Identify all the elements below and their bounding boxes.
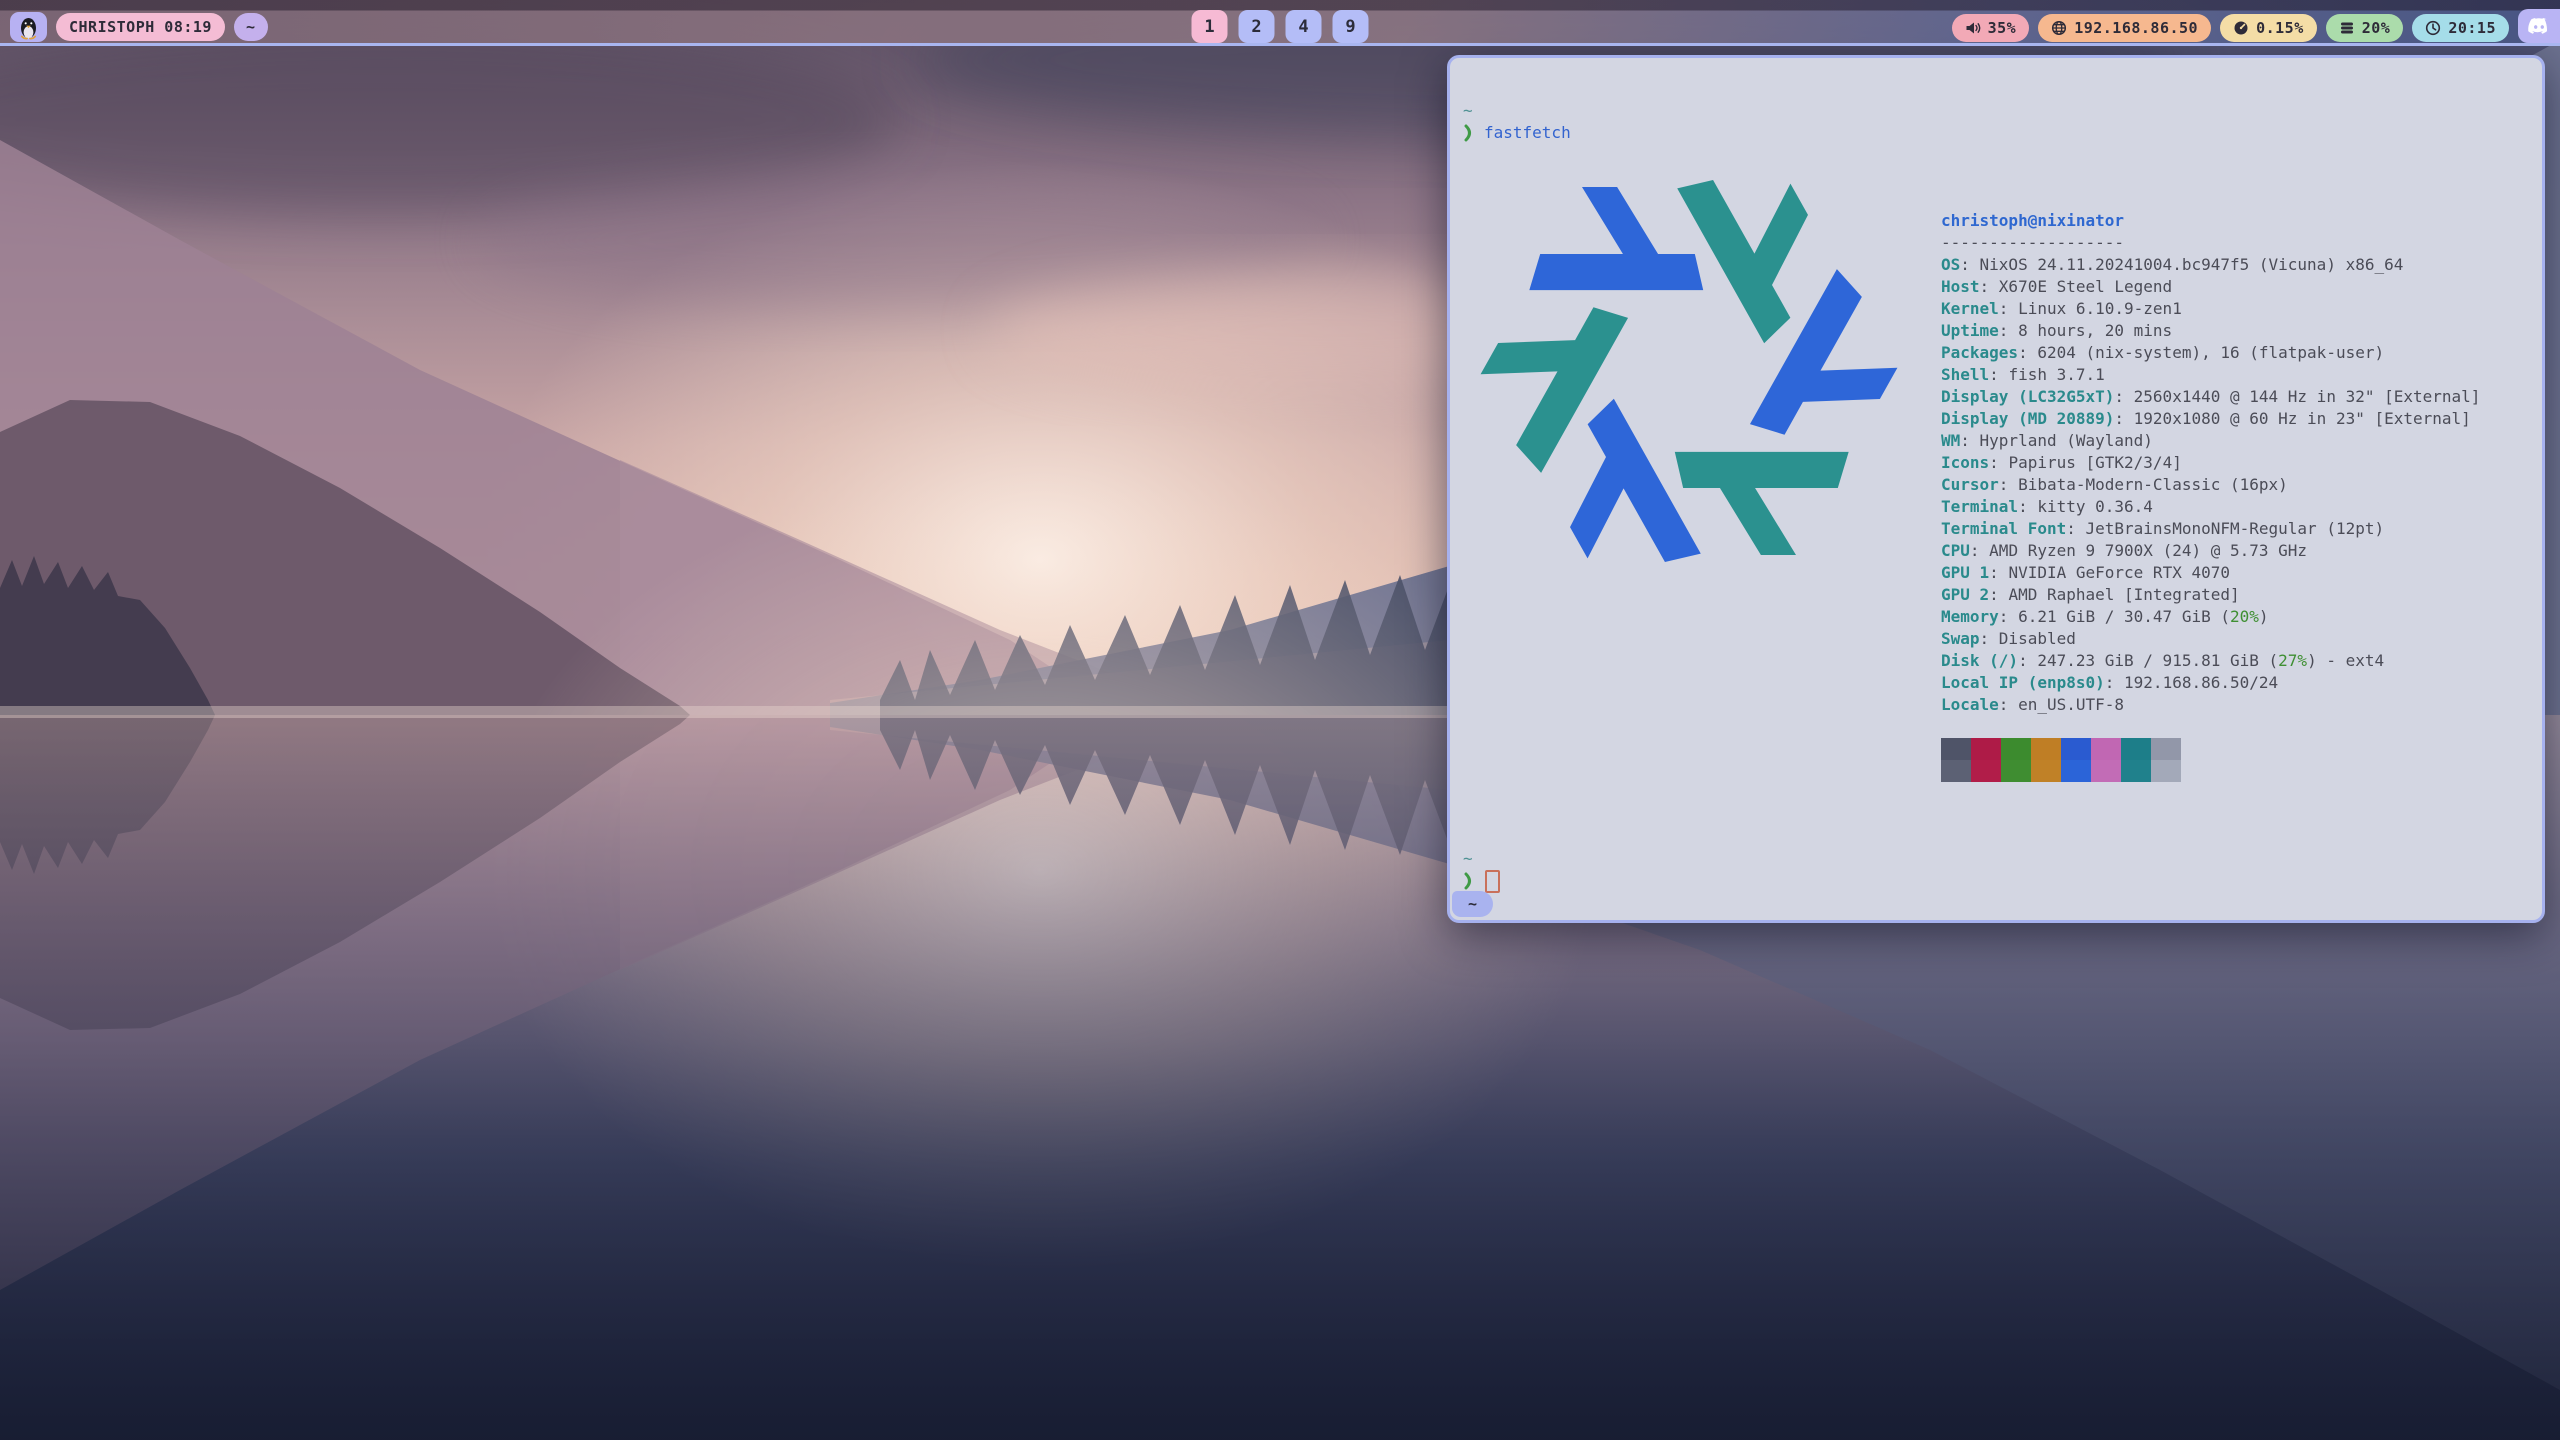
palette-swatch	[2121, 738, 2151, 760]
fastfetch-line: WM: Hyprland (Wayland)	[1941, 430, 2480, 452]
palette-swatch	[2001, 738, 2031, 760]
module-value: 0.15%	[2256, 19, 2304, 37]
fastfetch-line: -------------------	[1941, 232, 2480, 254]
fastfetch-line: Swap: Disabled	[1941, 628, 2480, 650]
module-value: 35%	[1988, 19, 2017, 37]
prompt-path: ~	[1463, 100, 1473, 122]
terminal-tab-bar: ~	[1452, 891, 1493, 917]
user-clock-pill[interactable]: CHRISTOPH 08:19	[56, 13, 225, 41]
fastfetch-line: CPU: AMD Ryzen 9 7900X (24) @ 5.73 GHz	[1941, 540, 2480, 562]
terminal-window[interactable]: ~ fastfetch	[1447, 55, 2545, 923]
palette-swatch	[1941, 760, 1971, 782]
speaker-icon	[1965, 20, 1981, 36]
globe-icon	[2051, 20, 2067, 36]
module-value: 20:15	[2448, 19, 2496, 37]
color-palette	[1941, 738, 2480, 782]
fastfetch-line: Local IP (enp8s0): 192.168.86.50/24	[1941, 672, 2480, 694]
palette-swatch	[2031, 760, 2061, 782]
discord-icon	[2527, 17, 2551, 35]
fastfetch-line: christoph@nixinator	[1941, 210, 2480, 232]
palette-swatch	[2001, 760, 2031, 782]
prompt-path: ~	[1463, 848, 1473, 870]
fastfetch-line: Display (LC32G5xT): 2560x1440 @ 144 Hz i…	[1941, 386, 2480, 408]
palette-swatch	[2061, 738, 2091, 760]
fastfetch-info: christoph@nixinator-------------------OS…	[1941, 144, 2480, 826]
volume-module[interactable]: 35%	[1952, 14, 2030, 42]
nixos-logo	[1480, 156, 1898, 586]
palette-swatch	[2151, 738, 2181, 760]
terminal-content[interactable]: ~ fastfetch	[1450, 58, 2542, 920]
tux-icon	[18, 15, 39, 40]
active-window-path-pill[interactable]: ~	[234, 13, 268, 41]
fastfetch-line: Uptime: 8 hours, 20 mins	[1941, 320, 2480, 342]
prompt-chevron-icon	[1464, 872, 1475, 890]
fastfetch-line: Disk (/): 247.23 GiB / 915.81 GiB (27%) …	[1941, 650, 2480, 672]
memory-module[interactable]: 20%	[2326, 14, 2404, 42]
fastfetch-line: OS: NixOS 24.11.20241004.bc947f5 (Vicuna…	[1941, 254, 2480, 276]
palette-swatch	[2091, 738, 2121, 760]
fastfetch-output: christoph@nixinator-------------------OS…	[1463, 144, 2532, 826]
cpu-load-module[interactable]: 0.15%	[2220, 14, 2317, 42]
fastfetch-line: Packages: 6204 (nix-system), 16 (flatpak…	[1941, 342, 2480, 364]
clock-module[interactable]: 20:15	[2412, 14, 2509, 42]
fastfetch-line: Icons: Papirus [GTK2/3/4]	[1941, 452, 2480, 474]
fastfetch-line: Host: X670E Steel Legend	[1941, 276, 2480, 298]
layers-icon	[2339, 20, 2355, 36]
fastfetch-line: Locale: en_US.UTF-8	[1941, 694, 2480, 716]
workspace-1[interactable]: 1	[1192, 10, 1228, 43]
palette-swatch	[1971, 760, 2001, 782]
terminal-cursor	[1485, 870, 1500, 893]
fastfetch-line: GPU 2: AMD Raphael [Integrated]	[1941, 584, 2480, 606]
palette-swatch	[2031, 738, 2061, 760]
workspaces: 1249	[1192, 10, 1369, 43]
module-value: 20%	[2362, 19, 2391, 37]
desktop: CHRISTOPH 08:19 ~ 1249 35% 192.168.86.50…	[0, 0, 2560, 1440]
palette-swatch	[2091, 760, 2121, 782]
bar-right-modules: 35% 192.168.86.50 0.15% 20% 20:15	[1952, 14, 2509, 42]
prompt-chevron-icon	[1464, 124, 1475, 142]
os-menu-button[interactable]	[10, 12, 47, 42]
command-text: fastfetch	[1484, 122, 1571, 144]
fastfetch-line: Terminal Font: JetBrainsMonoNFM-Regular …	[1941, 518, 2480, 540]
terminal-tab[interactable]: ~	[1452, 891, 1493, 917]
discord-button[interactable]	[2518, 9, 2560, 43]
clock-icon	[2425, 20, 2441, 36]
palette-swatch	[2151, 760, 2181, 782]
fastfetch-line: Memory: 6.21 GiB / 30.47 GiB (20%)	[1941, 606, 2480, 628]
network-module[interactable]: 192.168.86.50	[2038, 14, 2211, 42]
fastfetch-line: Cursor: Bibata-Modern-Classic (16px)	[1941, 474, 2480, 496]
workspace-4[interactable]: 4	[1286, 10, 1322, 43]
module-value: 192.168.86.50	[2074, 19, 2198, 37]
workspace-9[interactable]: 9	[1333, 10, 1369, 43]
palette-swatch	[2061, 760, 2091, 782]
workspace-2[interactable]: 2	[1239, 10, 1275, 43]
bar-right-group: 35% 192.168.86.50 0.15% 20% 20:15	[1952, 12, 2560, 43]
fastfetch-line: GPU 1: NVIDIA GeForce RTX 4070	[1941, 562, 2480, 584]
top-bar: CHRISTOPH 08:19 ~ 1249 35% 192.168.86.50…	[0, 0, 2560, 46]
palette-swatch	[2121, 760, 2151, 782]
fastfetch-line: Display (MD 20889): 1920x1080 @ 60 Hz in…	[1941, 408, 2480, 430]
gauge-icon	[2233, 20, 2249, 36]
fastfetch-line: Kernel: Linux 6.10.9-zen1	[1941, 298, 2480, 320]
fastfetch-line: Terminal: kitty 0.36.4	[1941, 496, 2480, 518]
palette-swatch	[1941, 738, 1971, 760]
bar-left-group: CHRISTOPH 08:19 ~	[10, 12, 268, 42]
palette-swatch	[1971, 738, 2001, 760]
fastfetch-line: Shell: fish 3.7.1	[1941, 364, 2480, 386]
